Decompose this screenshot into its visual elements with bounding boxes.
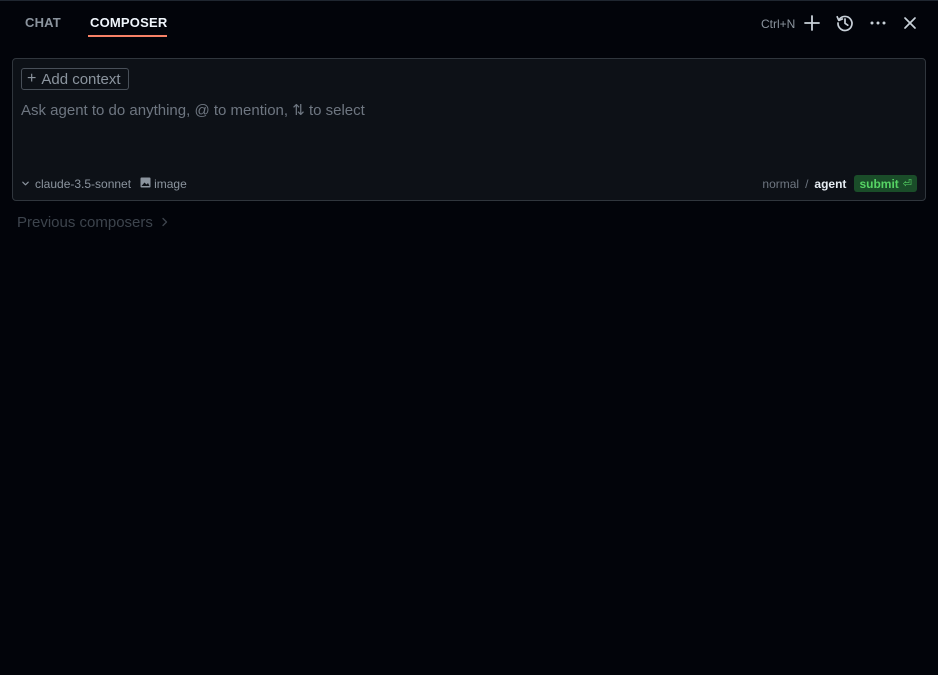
previous-composers-label: Previous composers bbox=[17, 214, 153, 231]
model-name: claude-3.5-sonnet bbox=[35, 177, 132, 191]
prompt-input[interactable]: Ask agent to do anything, @ to mention, … bbox=[21, 101, 913, 125]
composer-input-box: + Add context Ask agent to do anything, … bbox=[12, 58, 926, 201]
history-icon[interactable] bbox=[834, 12, 856, 34]
mode-agent[interactable]: agent bbox=[814, 177, 846, 191]
composer-panel: CHAT COMPOSER Ctrl+N + Add context Ask a… bbox=[0, 0, 938, 675]
chevron-down-icon bbox=[21, 177, 30, 191]
tab-composer[interactable]: COMPOSER bbox=[90, 15, 167, 30]
mode-separator: / bbox=[805, 176, 809, 191]
tab-chat[interactable]: CHAT bbox=[25, 15, 61, 30]
model-selector[interactable]: claude-3.5-sonnet bbox=[21, 177, 131, 191]
previous-composers-link[interactable]: Previous composers bbox=[17, 214, 169, 231]
mode-normal[interactable]: normal bbox=[762, 177, 799, 191]
submit-button[interactable]: submit ⏎ bbox=[854, 175, 917, 192]
image-icon bbox=[140, 177, 151, 191]
image-button[interactable]: image bbox=[140, 177, 187, 191]
image-label: image bbox=[154, 177, 187, 191]
active-tab-underline bbox=[88, 35, 167, 37]
composer-footer-right: normal / agent submit ⏎ bbox=[762, 175, 917, 192]
composer-footer-left: claude-3.5-sonnet image bbox=[21, 177, 187, 191]
more-icon[interactable] bbox=[867, 12, 889, 34]
add-context-label: Add context bbox=[41, 70, 121, 88]
new-composer-shortcut: Ctrl+N bbox=[761, 17, 796, 31]
enter-key-icon: ⏎ bbox=[902, 178, 912, 190]
add-context-button[interactable]: + Add context bbox=[21, 68, 129, 90]
add-context-plus-icon: + bbox=[27, 70, 37, 87]
chevron-right-icon bbox=[161, 214, 169, 231]
submit-label: submit bbox=[859, 176, 899, 191]
panel-header: CHAT COMPOSER Ctrl+N bbox=[0, 1, 938, 45]
plus-icon[interactable] bbox=[801, 12, 823, 34]
close-icon[interactable] bbox=[899, 12, 921, 34]
